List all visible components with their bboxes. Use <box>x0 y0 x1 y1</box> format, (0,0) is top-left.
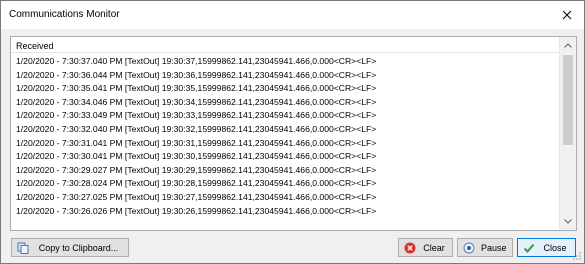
chevron-down-icon <box>564 219 572 224</box>
log-line: 1/20/2020 - 7:30:33.049 PM [TextOut] 19:… <box>16 110 377 121</box>
log-line: 1/20/2020 - 7:30:32.040 PM [TextOut] 19:… <box>16 123 377 134</box>
scroll-down-button[interactable] <box>560 213 576 230</box>
scroll-up-button[interactable] <box>560 37 576 54</box>
received-label: Received <box>16 41 54 51</box>
received-panel: Received 1/20/2020 - 7:30:37.040 PM [Tex… <box>10 36 577 231</box>
log-line: 1/20/2020 - 7:30:36.044 PM [TextOut] 19:… <box>16 69 377 80</box>
log-line: 1/20/2020 - 7:30:29.027 PM [TextOut] 19:… <box>16 164 377 175</box>
clear-icon <box>404 242 416 254</box>
window-close-button[interactable] <box>550 1 584 29</box>
pause-button[interactable]: Pause <box>457 238 513 257</box>
received-header: Received <box>11 37 559 53</box>
log-line: 1/20/2020 - 7:30:26.026 PM [TextOut] 19:… <box>16 205 377 216</box>
pause-label: Pause <box>481 242 507 253</box>
chevron-up-icon <box>564 43 572 48</box>
log-line: 1/20/2020 - 7:30:34.046 PM [TextOut] 19:… <box>16 96 377 107</box>
clear-label: Clear <box>423 242 445 253</box>
log-line: 1/20/2020 - 7:30:37.040 PM [TextOut] 19:… <box>16 56 377 66</box>
received-log[interactable]: 1/20/2020 - 7:30:37.040 PM [TextOut] 19:… <box>11 55 559 231</box>
communications-monitor-window: Communications Monitor Received 1/20/202… <box>0 0 585 264</box>
close-label: Close <box>543 242 567 253</box>
vertical-scrollbar[interactable] <box>559 37 576 230</box>
scroll-thumb[interactable] <box>563 55 573 145</box>
log-line: 1/20/2020 - 7:30:35.041 PM [TextOut] 19:… <box>16 83 377 94</box>
log-line: 1/20/2020 - 7:30:28.024 PM [TextOut] 19:… <box>16 178 377 189</box>
close-button[interactable]: Close <box>517 238 576 257</box>
log-line: 1/20/2020 - 7:30:30.041 PM [TextOut] 19:… <box>16 151 377 162</box>
log-line: 1/20/2020 - 7:30:31.041 PM [TextOut] 19:… <box>16 137 377 148</box>
copy-icon <box>17 242 29 254</box>
copy-to-clipboard-label: Copy to Clipboard... <box>38 242 119 253</box>
title-bar: Communications Monitor <box>1 1 584 29</box>
pause-icon <box>463 242 475 254</box>
resize-grip-icon[interactable] <box>572 251 582 261</box>
clear-button[interactable]: Clear <box>398 238 453 257</box>
close-icon <box>562 10 572 20</box>
window-title: Communications Monitor <box>9 9 120 20</box>
check-icon <box>523 242 535 254</box>
copy-to-clipboard-button[interactable]: Copy to Clipboard... <box>11 238 129 257</box>
log-line: 1/20/2020 - 7:30:27.025 PM [TextOut] 19:… <box>16 191 377 202</box>
